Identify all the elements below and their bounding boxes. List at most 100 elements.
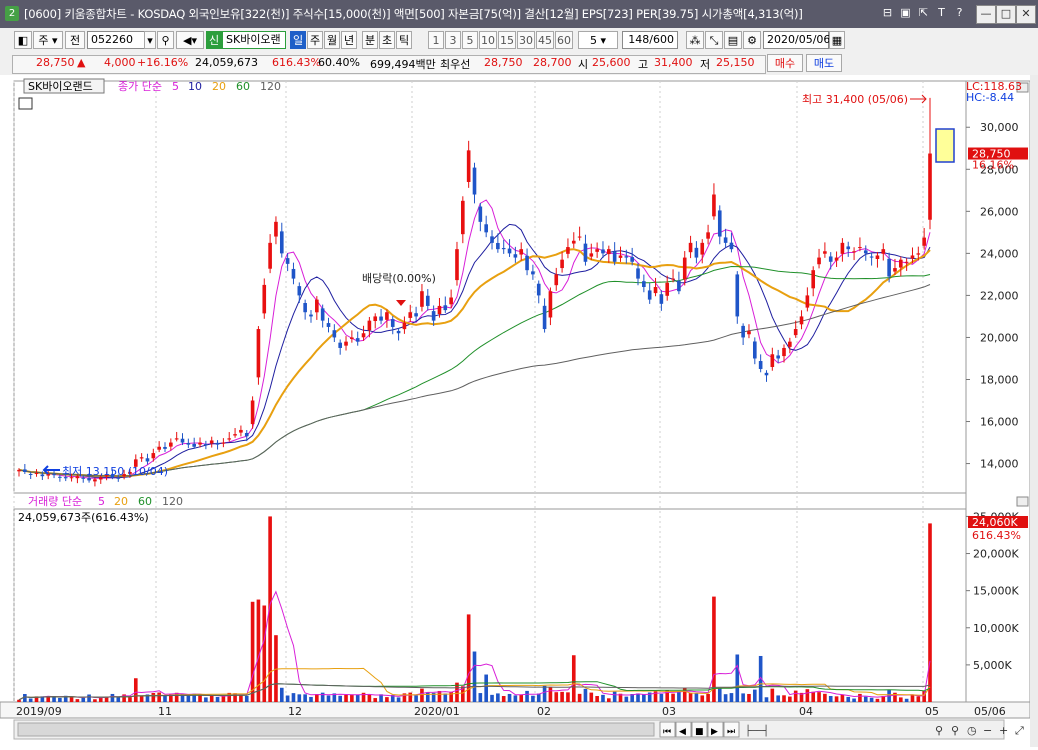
volume-bar[interactable] bbox=[507, 693, 512, 702]
volume-bar[interactable] bbox=[525, 690, 529, 702]
candle-body[interactable] bbox=[916, 253, 921, 255]
volume-bar[interactable] bbox=[723, 694, 728, 702]
volume-bar[interactable] bbox=[828, 695, 833, 702]
candle-body[interactable] bbox=[157, 446, 161, 450]
candle[interactable] bbox=[250, 396, 255, 429]
volume-bar[interactable] bbox=[869, 697, 874, 702]
buy-button[interactable]: 매수 bbox=[767, 54, 803, 72]
speaker-icon[interactable]: ◀▾ bbox=[176, 31, 204, 49]
candle-body[interactable] bbox=[379, 316, 383, 321]
candle-body[interactable] bbox=[869, 256, 874, 258]
period-button-2[interactable]: 월 bbox=[324, 31, 340, 49]
volume-bar[interactable] bbox=[793, 690, 798, 702]
period-button-0[interactable]: 일 bbox=[290, 31, 306, 49]
volume-bar[interactable] bbox=[834, 696, 839, 702]
candle-body[interactable] bbox=[770, 354, 775, 367]
candle-body[interactable] bbox=[192, 443, 197, 447]
period-button-6[interactable]: 틱 bbox=[396, 31, 412, 49]
right-scrollbar[interactable] bbox=[1030, 75, 1038, 747]
interval-button-1[interactable]: 1 bbox=[428, 31, 444, 49]
candle-body[interactable] bbox=[297, 286, 302, 296]
candle-body[interactable] bbox=[776, 355, 780, 359]
candle-body[interactable] bbox=[139, 457, 144, 459]
volume-bar[interactable] bbox=[583, 688, 588, 702]
candle-body[interactable] bbox=[320, 308, 325, 321]
volume-bar[interactable] bbox=[706, 693, 710, 702]
volume-bar[interactable] bbox=[519, 694, 524, 702]
volume-bar[interactable] bbox=[747, 693, 751, 702]
volume-bar[interactable] bbox=[355, 694, 360, 702]
candle-body[interactable] bbox=[87, 478, 91, 481]
candle-body[interactable] bbox=[887, 258, 891, 277]
pin-icon[interactable]: ⇱ bbox=[916, 5, 931, 20]
candle-body[interactable] bbox=[793, 329, 798, 336]
volume-bar[interactable] bbox=[221, 695, 226, 702]
volume-bar[interactable] bbox=[788, 696, 792, 702]
volume-bar[interactable] bbox=[554, 692, 559, 702]
candle-body[interactable] bbox=[823, 251, 827, 254]
volume-bar[interactable] bbox=[898, 697, 903, 702]
volume-bar[interactable] bbox=[133, 678, 138, 702]
candle-body[interactable] bbox=[910, 255, 915, 259]
volume-bar[interactable] bbox=[496, 693, 500, 702]
candle-body[interactable] bbox=[566, 247, 570, 254]
candle-body[interactable] bbox=[163, 446, 167, 449]
candle-body[interactable] bbox=[344, 341, 348, 346]
volume-bar[interactable] bbox=[577, 693, 582, 702]
volume-bar[interactable] bbox=[163, 695, 167, 702]
volume-bar[interactable] bbox=[671, 693, 675, 702]
candle-body[interactable] bbox=[723, 237, 728, 243]
gear-icon[interactable]: ⚙ bbox=[743, 31, 761, 49]
help-icon[interactable]: ? bbox=[952, 5, 967, 20]
candle-body[interactable] bbox=[601, 249, 605, 254]
candle-body[interactable] bbox=[531, 271, 535, 275]
candle-body[interactable] bbox=[332, 330, 337, 338]
candle-body[interactable] bbox=[788, 341, 792, 347]
volume-bar[interactable] bbox=[677, 691, 681, 702]
candle-body[interactable] bbox=[215, 442, 220, 445]
candle-body[interactable] bbox=[28, 473, 33, 475]
scrollbar-thumb[interactable] bbox=[17, 722, 655, 737]
volume-bar[interactable] bbox=[694, 693, 699, 702]
candle-body[interactable] bbox=[408, 312, 413, 318]
candle-body[interactable] bbox=[758, 361, 763, 369]
candle-body[interactable] bbox=[233, 434, 237, 436]
candle-body[interactable] bbox=[653, 287, 658, 294]
candle-body[interactable] bbox=[484, 224, 488, 233]
candle-body[interactable] bbox=[490, 236, 494, 243]
code-dropdown-icon[interactable]: ▾ bbox=[144, 31, 156, 49]
volume-bar[interactable] bbox=[449, 691, 453, 702]
candle-body[interactable] bbox=[461, 200, 465, 235]
candle-body[interactable] bbox=[536, 283, 541, 296]
price-pane[interactable] bbox=[13, 80, 967, 494]
candle-body[interactable] bbox=[747, 331, 751, 335]
candle-body[interactable] bbox=[244, 433, 249, 437]
next-candle-box[interactable] bbox=[935, 128, 955, 163]
calendar-icon[interactable]: ▦ bbox=[829, 31, 845, 49]
candle-body[interactable] bbox=[425, 295, 430, 306]
save-icon[interactable]: ▤ bbox=[724, 31, 742, 49]
candle[interactable] bbox=[256, 326, 261, 385]
volume-bar[interactable] bbox=[303, 694, 307, 702]
candle-body[interactable] bbox=[472, 167, 477, 195]
volume-bar[interactable] bbox=[659, 693, 664, 702]
volume-bar[interactable] bbox=[513, 695, 518, 702]
candle-body[interactable] bbox=[554, 274, 559, 286]
volume-bar[interactable] bbox=[209, 695, 214, 702]
candle-body[interactable] bbox=[291, 268, 296, 279]
candle-body[interactable] bbox=[922, 237, 926, 246]
volume-bar[interactable] bbox=[373, 698, 378, 702]
volume-bar[interactable] bbox=[309, 696, 313, 702]
candle-body[interactable] bbox=[279, 231, 284, 254]
volume-bar[interactable] bbox=[420, 688, 424, 702]
candle-body[interactable] bbox=[618, 255, 623, 258]
volume-bar[interactable] bbox=[910, 694, 915, 702]
candle-body[interactable] bbox=[250, 400, 255, 425]
candle-body[interactable] bbox=[496, 242, 500, 250]
volume-bar[interactable] bbox=[385, 697, 389, 702]
candle-body[interactable] bbox=[630, 257, 634, 262]
candle-body[interactable] bbox=[40, 474, 45, 477]
candle-body[interactable] bbox=[478, 206, 483, 222]
volume-bar[interactable] bbox=[490, 694, 494, 702]
volume-bar[interactable] bbox=[636, 693, 640, 702]
